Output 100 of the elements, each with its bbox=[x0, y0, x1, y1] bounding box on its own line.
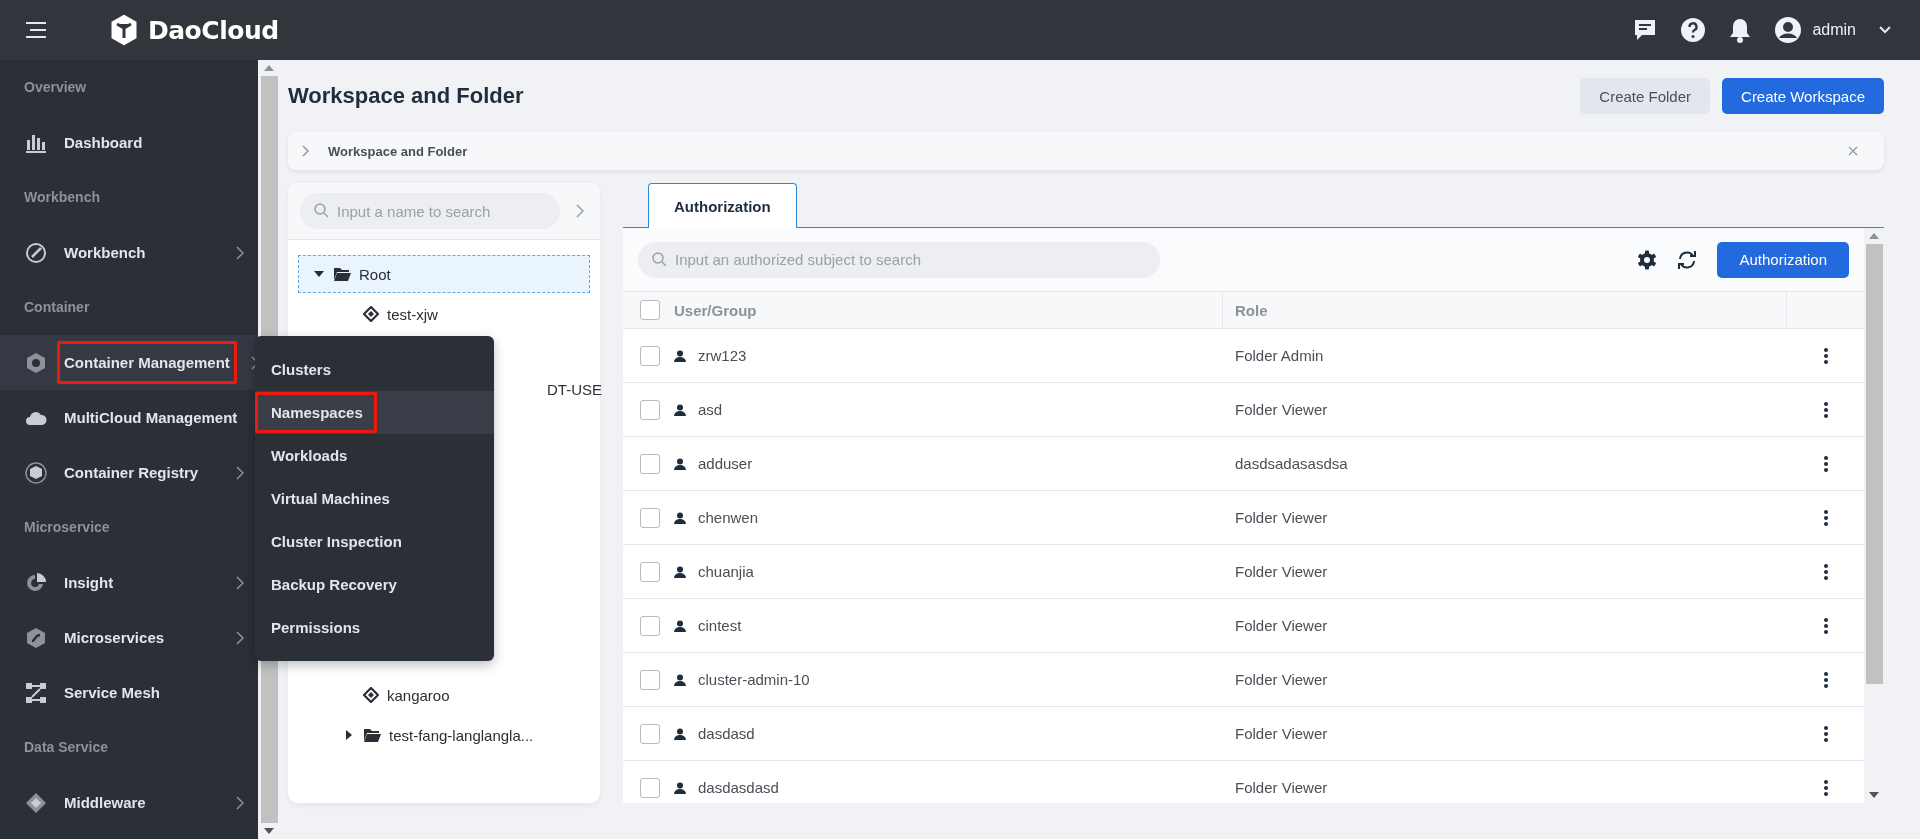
select-all-checkbox[interactable] bbox=[640, 300, 660, 320]
table-cell: Folder Viewer bbox=[1235, 725, 1328, 742]
tree-node[interactable]: kangaroo bbox=[298, 676, 590, 714]
nav-section-label: Data Service bbox=[23, 738, 110, 757]
tree-node[interactable]: test-xjw bbox=[298, 295, 590, 333]
row-checkbox[interactable] bbox=[640, 615, 660, 636]
table-cell: chuanjia bbox=[698, 563, 754, 580]
table-cell: Folder Viewer bbox=[1235, 671, 1328, 688]
page-title: Workspace and Folder bbox=[288, 83, 524, 109]
submenu-item[interactable]: Virtual Machines bbox=[255, 477, 494, 520]
tree-search-field[interactable]: Input a name to search bbox=[300, 193, 560, 229]
column-header: User/Group bbox=[674, 301, 757, 319]
search-field[interactable]: Input an authorized subject to search bbox=[638, 241, 1160, 278]
submenu-item[interactable]: Namespaces bbox=[255, 391, 494, 434]
create-folder-button[interactable]: Create Folder bbox=[1580, 78, 1711, 114]
folder-icon bbox=[333, 267, 351, 281]
user-icon bbox=[674, 619, 686, 632]
table-cell: dasdasd bbox=[698, 725, 755, 742]
nav-item[interactable]: Microservices bbox=[0, 610, 258, 665]
more-icon[interactable] bbox=[1822, 508, 1829, 527]
user-icon bbox=[674, 565, 686, 578]
refresh-icon[interactable] bbox=[1676, 249, 1699, 270]
user-icon bbox=[674, 673, 686, 686]
table-cell: adduser bbox=[698, 455, 753, 472]
table-cell: Folder Viewer bbox=[1235, 509, 1328, 526]
brand-name: DaoCloud bbox=[148, 15, 279, 45]
nav-item[interactable]: MultiCloud Management bbox=[0, 390, 258, 445]
menu-icon[interactable] bbox=[24, 22, 48, 38]
create-workspace-button[interactable]: Create Workspace bbox=[1722, 78, 1884, 114]
row-checkbox[interactable] bbox=[640, 507, 660, 528]
scroll-down-icon[interactable] bbox=[1868, 791, 1880, 799]
scroll-up-icon[interactable] bbox=[1868, 232, 1880, 240]
submenu-item[interactable]: Clusters bbox=[255, 348, 494, 391]
row-checkbox[interactable] bbox=[640, 723, 660, 744]
user-icon bbox=[674, 727, 686, 740]
more-icon[interactable] bbox=[1822, 400, 1829, 419]
tree-node[interactable]: test-fang-langlangla... bbox=[298, 716, 590, 754]
more-icon[interactable] bbox=[1822, 562, 1829, 581]
table-cell: dasdasdasd bbox=[698, 779, 779, 796]
tab[interactable]: Authorization bbox=[648, 183, 797, 228]
puzzle-icon bbox=[25, 791, 47, 814]
settings-icon[interactable] bbox=[1637, 249, 1658, 270]
nav-item[interactable]: Insight bbox=[0, 555, 258, 610]
table-cell: Folder Viewer bbox=[1235, 617, 1328, 634]
authorization-button[interactable]: Authorization bbox=[1717, 241, 1849, 278]
column-header: Role bbox=[1235, 301, 1268, 319]
submenu-item[interactable]: Workloads bbox=[255, 434, 494, 477]
user-icon bbox=[674, 457, 686, 470]
help-icon[interactable] bbox=[1680, 17, 1707, 43]
table-cell: zrw123 bbox=[698, 347, 747, 364]
tree-node[interactable]: Root bbox=[298, 255, 590, 293]
row-checkbox[interactable] bbox=[640, 399, 660, 420]
table-cell: asd bbox=[698, 401, 723, 418]
more-icon[interactable] bbox=[1822, 346, 1829, 365]
submenu-item[interactable]: Permissions bbox=[255, 606, 494, 649]
bell-icon[interactable] bbox=[1728, 17, 1753, 43]
scroll-down-icon[interactable] bbox=[263, 827, 275, 835]
row-checkbox[interactable] bbox=[640, 453, 660, 474]
nav-item[interactable]: Container Management bbox=[0, 335, 258, 390]
table-cell: Folder Viewer bbox=[1235, 401, 1328, 418]
nav-item[interactable]: Container Registry bbox=[0, 445, 258, 500]
more-icon[interactable] bbox=[1822, 670, 1829, 689]
pen-icon bbox=[25, 241, 47, 264]
nav-item[interactable]: Dashboard bbox=[0, 115, 258, 170]
avatar-icon[interactable] bbox=[1774, 16, 1803, 44]
mesh-icon bbox=[25, 681, 47, 704]
folder-icon bbox=[363, 728, 381, 742]
more-icon[interactable] bbox=[1822, 454, 1829, 473]
more-icon[interactable] bbox=[1822, 778, 1829, 797]
logo-icon bbox=[108, 12, 140, 48]
nav-section-label: Container bbox=[23, 298, 91, 317]
user-icon bbox=[674, 349, 686, 362]
diamond-icon bbox=[363, 687, 379, 703]
row-checkbox[interactable] bbox=[640, 561, 660, 582]
nav-item[interactable]: Workbench bbox=[0, 225, 258, 280]
user-name[interactable]: admin bbox=[1812, 21, 1856, 39]
more-icon[interactable] bbox=[1822, 724, 1829, 743]
table-cell: cluster-admin-10 bbox=[698, 671, 810, 688]
user-icon bbox=[674, 511, 686, 524]
shield-icon bbox=[25, 626, 47, 649]
table-cell: cintest bbox=[698, 617, 742, 634]
nav-section-label: Overview bbox=[23, 78, 88, 97]
chevron-right-icon[interactable] bbox=[302, 145, 310, 157]
nav-section-label: Microservice bbox=[23, 518, 111, 537]
row-checkbox[interactable] bbox=[640, 669, 660, 690]
search-icon bbox=[652, 251, 667, 267]
table-cell: chenwen bbox=[698, 509, 759, 526]
diamond-icon bbox=[363, 306, 379, 322]
breadcrumb-item[interactable]: Workspace and Folder bbox=[328, 143, 468, 159]
scroll-up-icon[interactable] bbox=[263, 64, 275, 72]
user-icon bbox=[674, 403, 686, 416]
nav-section-label: Workbench bbox=[23, 188, 101, 207]
chevron-down-icon[interactable] bbox=[1878, 25, 1892, 35]
row-checkbox[interactable] bbox=[640, 777, 660, 798]
submenu-item[interactable]: Cluster Inspection bbox=[255, 520, 494, 563]
submenu-item[interactable]: Backup Recovery bbox=[255, 563, 494, 606]
nav-item[interactable]: Middleware bbox=[0, 775, 258, 830]
more-icon[interactable] bbox=[1822, 616, 1829, 635]
nav-item[interactable]: Service Mesh bbox=[0, 665, 258, 720]
row-checkbox[interactable] bbox=[640, 345, 660, 366]
